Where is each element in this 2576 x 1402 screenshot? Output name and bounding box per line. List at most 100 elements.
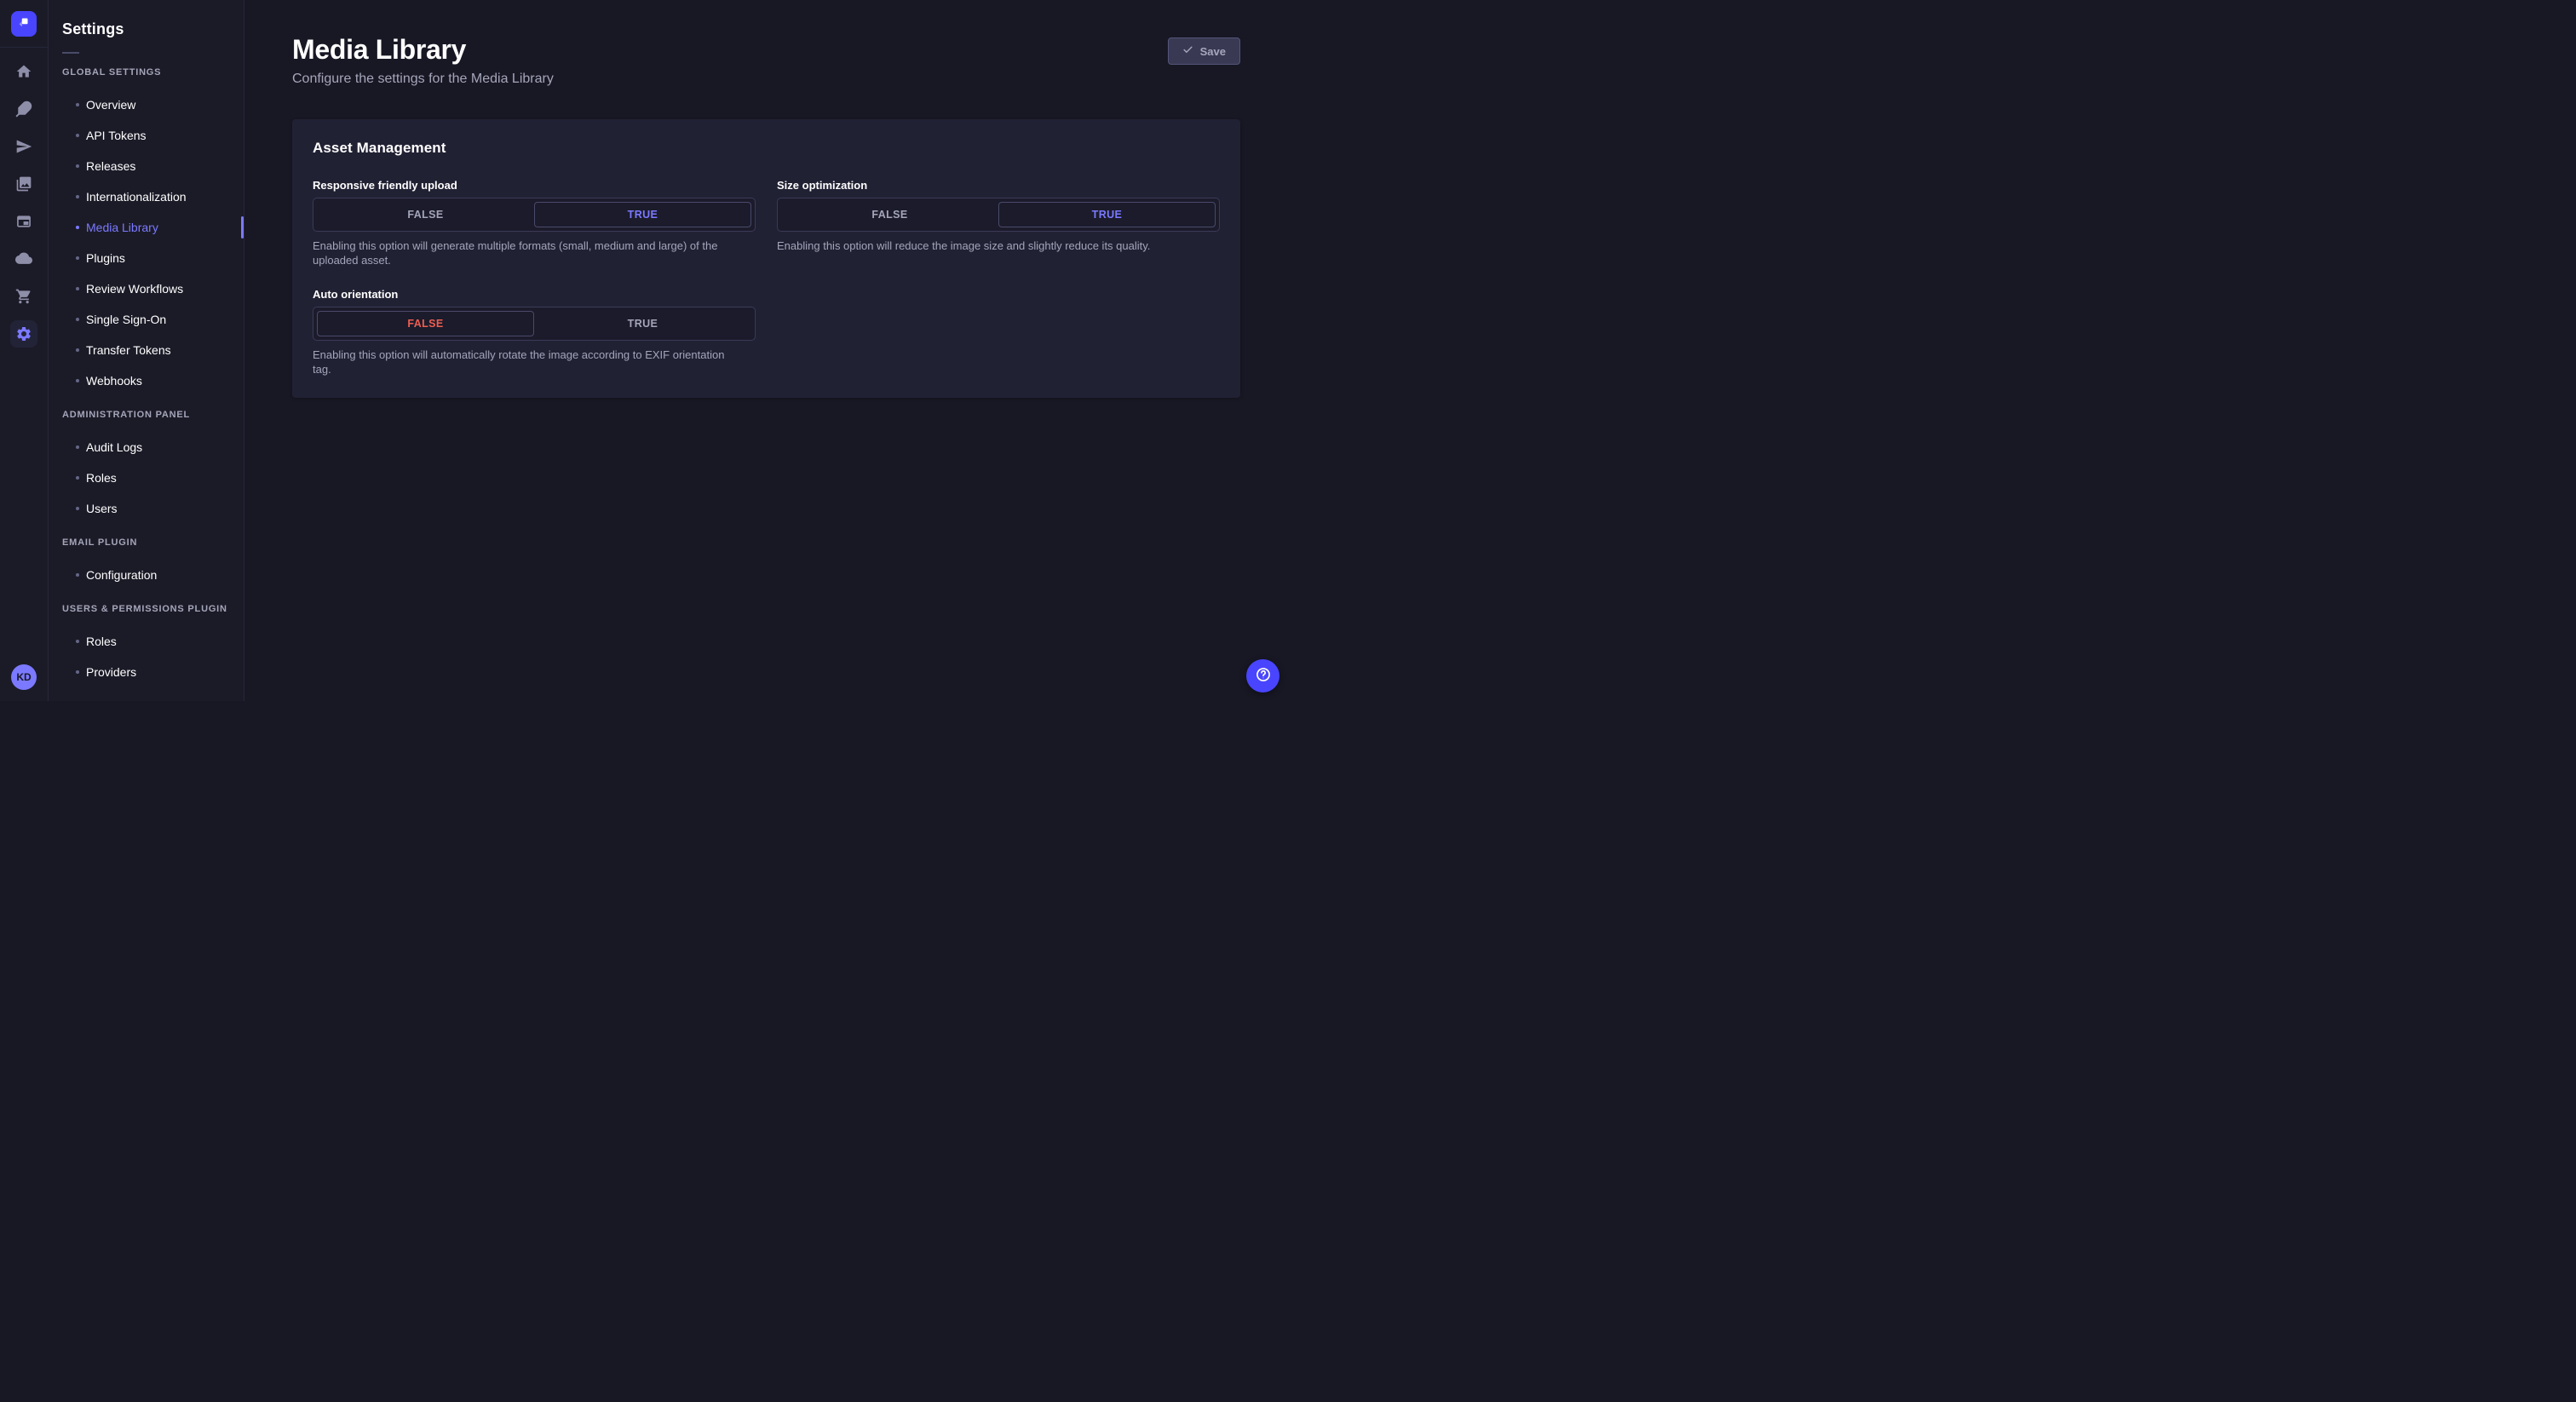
field-label: Auto orientation [313,288,399,302]
sidebar-item-transfer-tokens[interactable]: Transfer Tokens [49,335,244,365]
section-global-settings: GLOBAL SETTINGS Overview API Tokens Rele… [49,67,244,396]
sidebar-item-media-library[interactable] [10,170,37,198]
sidebar-item-content-type-builder[interactable] [10,95,37,123]
page-header: Media Library Configure the settings for… [292,0,1240,87]
bullet-dot [76,507,79,510]
sidebar-item-label: Media Library [86,221,158,234]
sidebar-item-webhooks[interactable]: Webhooks [49,365,244,396]
section-users-permissions-plugin: USERS & PERMISSIONS PLUGIN Roles Provide… [49,604,244,687]
toggle-option-false[interactable]: FALSE [781,202,998,227]
field-label: Size optimization [777,179,868,192]
sidebar-item-audit-logs[interactable]: Audit Logs [49,432,244,463]
sidebar-item-settings[interactable] [10,320,37,348]
sidebar-item-content-manager[interactable] [10,208,37,235]
card-title: Asset Management [313,140,446,156]
gear-icon [15,325,32,342]
field-auto-orientation: Auto orientation FALSE TRUE Enabling thi… [313,288,756,376]
sidebar-item-label: Transfer Tokens [86,343,171,357]
sidebar-item-up-providers[interactable]: Providers [49,657,244,687]
field-hint: Enabling this option will reduce the ima… [777,239,1151,252]
bullet-dot [76,134,79,137]
sidebar-item-label: Providers [86,665,137,679]
field-responsive-friendly-upload: Responsive friendly upload FALSE TRUE En… [313,179,756,267]
subnav-divider [62,52,79,54]
sidebar-item-label: Releases [86,159,136,173]
field-hint: Enabling this option will automatically … [313,348,725,376]
sidebar-item-label: Audit Logs [86,440,143,454]
bullet-dot [76,670,79,674]
field-hint: Enabling this option will generate multi… [313,239,718,267]
sidebar-item-up-roles[interactable]: Roles [49,626,244,657]
section-label: GLOBAL SETTINGS [62,67,162,78]
sidebar-item-releases[interactable]: Releases [49,151,244,181]
asset-management-card: Asset Management Responsive friendly upl… [292,119,1240,398]
field-size-optimization: Size optimization FALSE TRUE Enabling th… [777,179,1220,267]
page-subtitle: Configure the settings for the Media Lib… [292,72,554,86]
sidebar-item-label: Plugins [86,251,125,265]
toggle-option-true[interactable]: TRUE [534,311,751,336]
strapi-logo-icon [16,14,32,34]
sidebar-item-email-configuration[interactable]: Configuration [49,560,244,590]
app-root: KD Settings GLOBAL SETTINGS Overview API… [0,0,1288,701]
strapi-logo[interactable] [11,11,37,37]
sidebar-item-media-library[interactable]: Media Library [49,212,244,243]
sidebar-item-home[interactable] [10,58,37,85]
sidebar-item-label: Internationalization [86,190,187,204]
sidebar-item-cloud[interactable] [10,245,37,273]
sidebar-item-plugins[interactable]: Plugins [49,243,244,273]
media-library-icon [15,175,32,192]
size-optimization-toggle: FALSE TRUE [777,198,1220,232]
sidebar-item-api-tokens[interactable]: API Tokens [49,120,244,151]
help-button[interactable] [1246,659,1279,692]
content-window-icon [15,213,32,230]
bullet-dot [76,287,79,290]
bullet-dot [76,476,79,480]
toggle-option-false[interactable]: FALSE [317,311,534,337]
paper-plane-icon [15,138,32,155]
icon-sidebar: KD [0,0,49,701]
save-button-label: Save [1199,44,1226,58]
bullet-dot [76,379,79,382]
sidebar-item-label: Webhooks [86,374,142,388]
bullet-dot [76,195,79,198]
sidebar-item-label: Overview [86,98,136,112]
section-administration-panel: ADMINISTRATION PANEL Audit Logs Roles Us… [49,410,244,524]
toggle-option-false[interactable]: FALSE [317,202,534,227]
toggle-option-true[interactable]: TRUE [534,202,751,227]
cloud-icon [15,250,32,267]
page-header-text: Media Library Configure the settings for… [292,34,554,87]
sidebar-item-admin-roles[interactable]: Roles [49,463,244,493]
bullet-dot [76,226,79,229]
bullet-dot [76,445,79,449]
bullet-dot [76,318,79,321]
sidebar-item-label: Roles [86,635,117,648]
sidebar-item-internationalization[interactable]: Internationalization [49,181,244,212]
save-button[interactable]: Save [1167,37,1240,65]
sidebar-item-single-sign-on[interactable]: Single Sign-On [49,304,244,335]
responsive-friendly-upload-toggle: FALSE TRUE [313,198,756,232]
bullet-dot [76,640,79,643]
bullet-dot [76,348,79,352]
settings-subnav: Settings GLOBAL SETTINGS Overview API To… [49,0,244,701]
user-avatar[interactable]: KD [11,664,37,690]
sidebar-item-overview[interactable]: Overview [49,89,244,120]
section-label: USERS & PERMISSIONS PLUGIN [62,604,227,614]
feather-icon [15,101,32,118]
section-label: ADMINISTRATION PANEL [62,410,191,420]
sidebar-item-admin-users[interactable]: Users [49,493,244,524]
sidebar-item-label: Single Sign-On [86,313,167,326]
question-icon [1255,666,1272,686]
sidebar-item-label: Users [86,502,118,515]
main-content: Media Library Configure the settings for… [244,0,1288,701]
sidebar-item-label: Review Workflows [86,282,184,296]
toggle-option-true[interactable]: TRUE [998,202,1216,227]
sidebar-item-review-workflows[interactable]: Review Workflows [49,273,244,304]
sidebar-item-marketplace[interactable] [10,283,37,310]
section-label: EMAIL PLUGIN [62,537,138,548]
bullet-dot [76,103,79,106]
subnav-title: Settings [62,20,124,37]
page-title: Media Library [292,34,467,65]
check-icon [1182,44,1193,58]
active-indicator [241,216,244,238]
sidebar-item-releases[interactable] [10,133,37,160]
